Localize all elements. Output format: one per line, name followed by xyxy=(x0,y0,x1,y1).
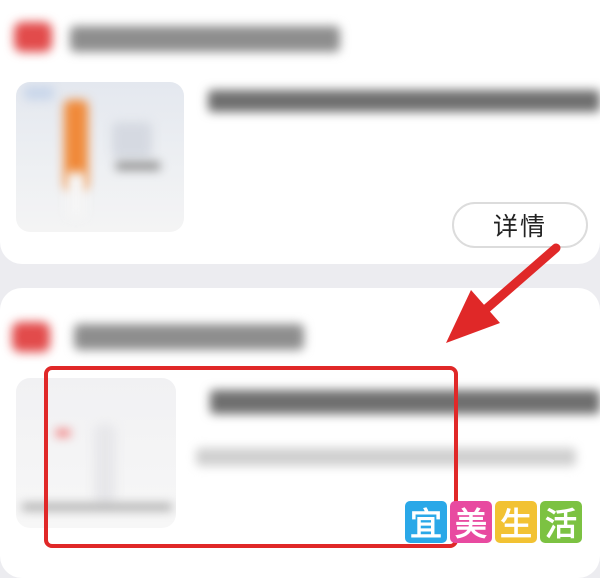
watermark-logo: 宜 美 生 活 xyxy=(405,501,582,543)
watermark-char: 宜 xyxy=(405,501,447,543)
shop-logo-icon xyxy=(14,22,52,52)
detail-button[interactable]: 详情 xyxy=(452,202,588,248)
shop-logo-icon xyxy=(12,322,50,352)
watermark-char: 生 xyxy=(495,501,537,543)
store-name-blurred[interactable] xyxy=(74,324,304,350)
watermark-char: 美 xyxy=(450,501,492,543)
product-title-blurred xyxy=(208,90,600,112)
product-thumbnail[interactable] xyxy=(16,82,184,232)
watermark-char: 活 xyxy=(540,501,582,543)
highlight-box xyxy=(44,366,458,548)
store-name-blurred[interactable] xyxy=(70,26,340,52)
